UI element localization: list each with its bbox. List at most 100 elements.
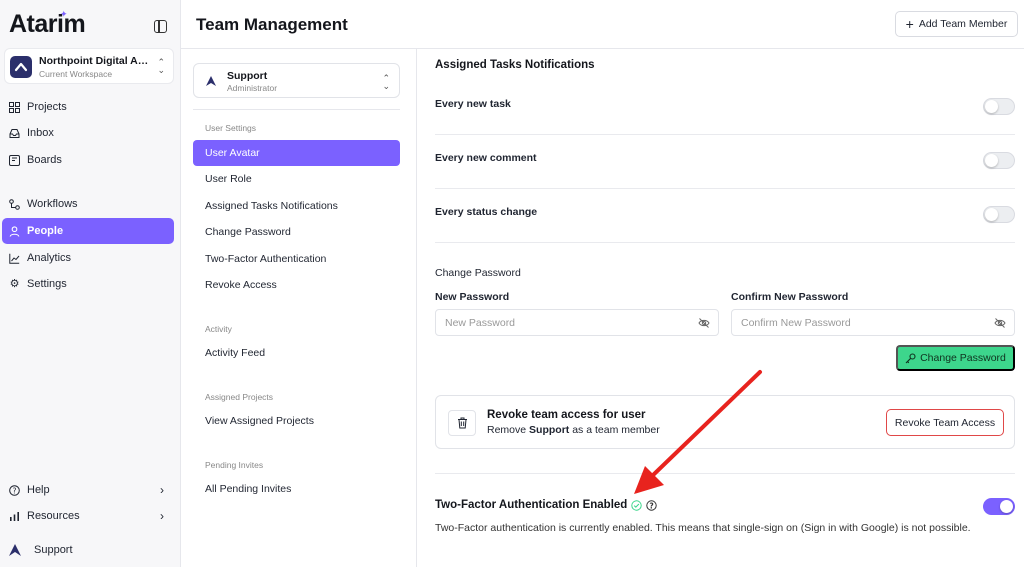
notification-row-new-comment: Every new comment [435,135,1015,189]
person-icon [9,225,20,237]
revoke-sub-name: Support [529,424,570,436]
toggle-two-factor[interactable] [983,498,1015,515]
chart-icon [9,253,20,264]
notifications-title: Assigned Tasks Notifications [435,59,595,71]
settings-item-assigned-projects[interactable]: View Assigned Projects [193,408,400,434]
notification-label: Every status change [435,206,538,218]
page-title: Team Management [196,15,348,34]
workspace-sub: Current Workspace [39,69,113,79]
trash-icon [448,410,476,436]
svg-text:?: ? [13,486,17,495]
settings-item-pending-invites[interactable]: All Pending Invites [193,476,400,502]
check-circle-icon [631,499,643,511]
eye-off-icon[interactable] [994,317,1006,329]
toggle-new-comment[interactable] [983,152,1015,169]
nav-group-title: Assigned Projects [205,392,274,402]
nav-group-title: Pending Invites [205,460,264,470]
plus-icon: + [905,16,914,32]
sidebar-item-settings[interactable]: ⚙ Settings [2,271,174,297]
chevron-right-icon: › [160,509,164,523]
settings-item-revoke-access[interactable]: Revoke Access [193,272,400,298]
toggle-new-task[interactable] [983,98,1015,115]
member-selector[interactable]: Support Administrator ⌃ ⌄ [193,63,400,98]
help-icon: ? [9,484,20,496]
sidebar-item-projects[interactable]: Projects [2,94,174,120]
settings-item-activity-feed[interactable]: Activity Feed [193,340,400,366]
help-circle-icon[interactable]: ? [646,499,658,511]
gear-icon: ⚙ [9,277,20,290]
inbox-icon [9,128,20,139]
workspace-avatar-icon [10,56,32,78]
change-password-button[interactable]: Change Password [896,345,1015,371]
workflow-icon [9,198,20,210]
sidebar-item-label: Help [27,484,50,496]
chevron-right-icon: › [160,483,164,497]
revoke-sub-prefix: Remove [487,424,527,436]
sidebar-item-analytics[interactable]: Analytics [2,245,174,271]
notification-label: Every new task [435,98,511,110]
toggle-status-change[interactable] [983,206,1015,223]
settings-item-user-role[interactable]: User Role [193,166,400,192]
current-user[interactable]: Support [6,539,73,561]
divider [435,473,1015,474]
sidebar-item-help[interactable]: ? Help › [2,477,174,503]
new-password-label: New Password [435,291,510,303]
sidebar-item-label: People [27,225,64,237]
two-factor-description: Two-Factor authentication is currently e… [435,522,971,534]
key-icon [905,352,916,363]
atarim-mark-icon [9,544,21,556]
current-user-name: Support [34,544,73,556]
sidebar-item-label: Inbox [27,127,54,139]
confirm-password-input[interactable]: Confirm New Password [731,309,1015,336]
member-role: Administrator [227,83,278,93]
chevron-updown-icon: ⌃ ⌄ [157,57,165,75]
change-password-title: Change Password [435,267,521,279]
board-icon [9,154,20,166]
atarim-logo: Atarim [9,10,86,38]
sidebar-item-label: Analytics [27,252,72,264]
nav-group-title: User Settings [205,123,257,133]
grid-icon [9,101,20,113]
svg-text:?: ? [650,501,654,510]
revoke-subtitle: Remove Support as a team member [487,424,660,436]
revoke-sub-suffix: as a team member [572,424,660,436]
sidebar-item-label: Boards [27,154,62,166]
revoke-title: Revoke team access for user [487,409,646,421]
bars-icon [9,511,20,522]
add-team-member-button[interactable]: + Add Team Member [895,11,1018,37]
sidebar-item-people[interactable]: People [2,218,174,244]
settings-nav: Support Administrator ⌃ ⌄ User Settings U… [181,49,417,567]
nav-group-title: Activity [205,324,232,334]
workspace-switcher[interactable]: Northpoint Digital Ag... Current Workspa… [4,48,174,84]
collapse-sidebar-icon[interactable] [154,20,167,33]
sidebar-item-inbox[interactable]: Inbox [2,120,174,146]
logo-sparkle-icon: ✦ [60,9,68,19]
sidebar: Atarim ✦ Northpoint Digital Ag... Curren… [0,0,181,567]
notification-row-new-task: Every new task [435,81,1015,135]
divider [193,109,400,110]
two-factor-title-text: Two-Factor Authentication Enabled [435,499,628,511]
revoke-access-card: Revoke team access for user Remove Suppo… [435,395,1015,449]
sidebar-item-label: Workflows [27,198,78,210]
settings-item-notifications[interactable]: Assigned Tasks Notifications [193,193,400,219]
new-password-input[interactable]: New Password [435,309,719,336]
sidebar-item-resources[interactable]: Resources › [2,503,174,529]
workspace-name: Northpoint Digital Ag... [39,55,151,67]
change-password-label: Change Password [920,352,1006,364]
settings-content: Assigned Tasks Notifications Every new t… [435,49,1015,567]
sidebar-item-label: Settings [27,278,67,290]
sidebar-item-label: Projects [27,101,67,113]
settings-item-user-avatar[interactable]: User Avatar [193,140,400,166]
settings-item-two-factor[interactable]: Two-Factor Authentication [193,246,400,272]
chevron-updown-icon: ⌃ ⌄ [382,73,390,91]
settings-item-change-password[interactable]: Change Password [193,219,400,245]
confirm-password-label: Confirm New Password [731,291,849,303]
sidebar-item-boards[interactable]: Boards [2,147,174,173]
revoke-team-access-button[interactable]: Revoke Team Access [886,409,1004,436]
eye-off-icon[interactable] [698,317,710,329]
notification-row-status-change: Every status change [435,189,1015,243]
sidebar-item-label: Resources [27,510,80,522]
two-factor-title: Two-Factor Authentication Enabled ? [435,499,658,511]
sidebar-item-workflows[interactable]: Workflows [2,191,174,217]
notification-label: Every new comment [435,152,537,164]
